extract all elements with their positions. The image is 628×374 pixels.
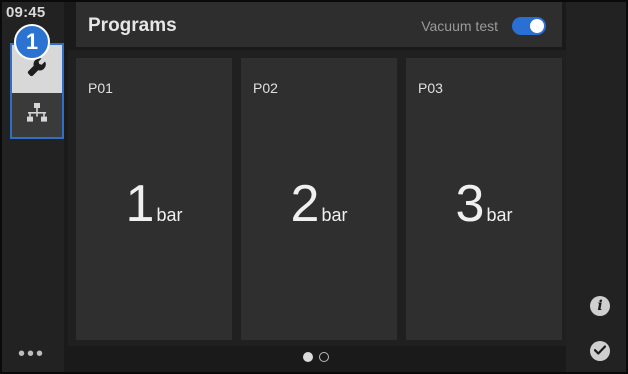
right-sidebar: [566, 2, 626, 372]
step-badge: 1: [14, 24, 50, 60]
program-unit: bar: [156, 205, 183, 225]
program-name: P01: [88, 80, 113, 96]
program-card-p01[interactable]: P01 1 bar: [76, 58, 232, 340]
page-dot-active[interactable]: [303, 352, 313, 362]
more-menu-button[interactable]: •••: [18, 344, 45, 364]
sidebar-item-network[interactable]: [12, 93, 62, 137]
clock: 09:45: [6, 4, 46, 21]
program-card-p03[interactable]: P03 3 bar: [406, 58, 562, 340]
vacuum-test-toggle[interactable]: [512, 17, 546, 35]
program-value: 3 bar: [406, 174, 562, 234]
header-bar: Programs Vacuum test: [76, 2, 562, 47]
program-name: P02: [253, 80, 278, 96]
programs-panel: P01 1 bar P02 2 bar P03 3 bar: [68, 50, 566, 346]
program-unit: bar: [321, 205, 348, 225]
check-icon: [593, 342, 607, 360]
network-icon: [26, 102, 48, 128]
program-value: 2 bar: [241, 174, 397, 234]
program-value: 1 bar: [76, 174, 232, 234]
program-name: P03: [418, 80, 443, 96]
info-icon: i: [597, 298, 603, 314]
info-button[interactable]: i: [590, 296, 610, 316]
program-pressure: 3: [455, 175, 485, 233]
vacuum-test-label: Vacuum test: [421, 18, 498, 34]
toggle-knob: [530, 19, 544, 33]
page-indicator: [303, 352, 329, 362]
program-pressure: 2: [290, 175, 320, 233]
page-title: Programs: [88, 15, 177, 36]
program-pressure: 1: [125, 175, 155, 233]
program-unit: bar: [486, 205, 513, 225]
program-card-p02[interactable]: P02 2 bar: [241, 58, 397, 340]
page-dot[interactable]: [319, 352, 329, 362]
confirm-button[interactable]: [590, 341, 610, 361]
